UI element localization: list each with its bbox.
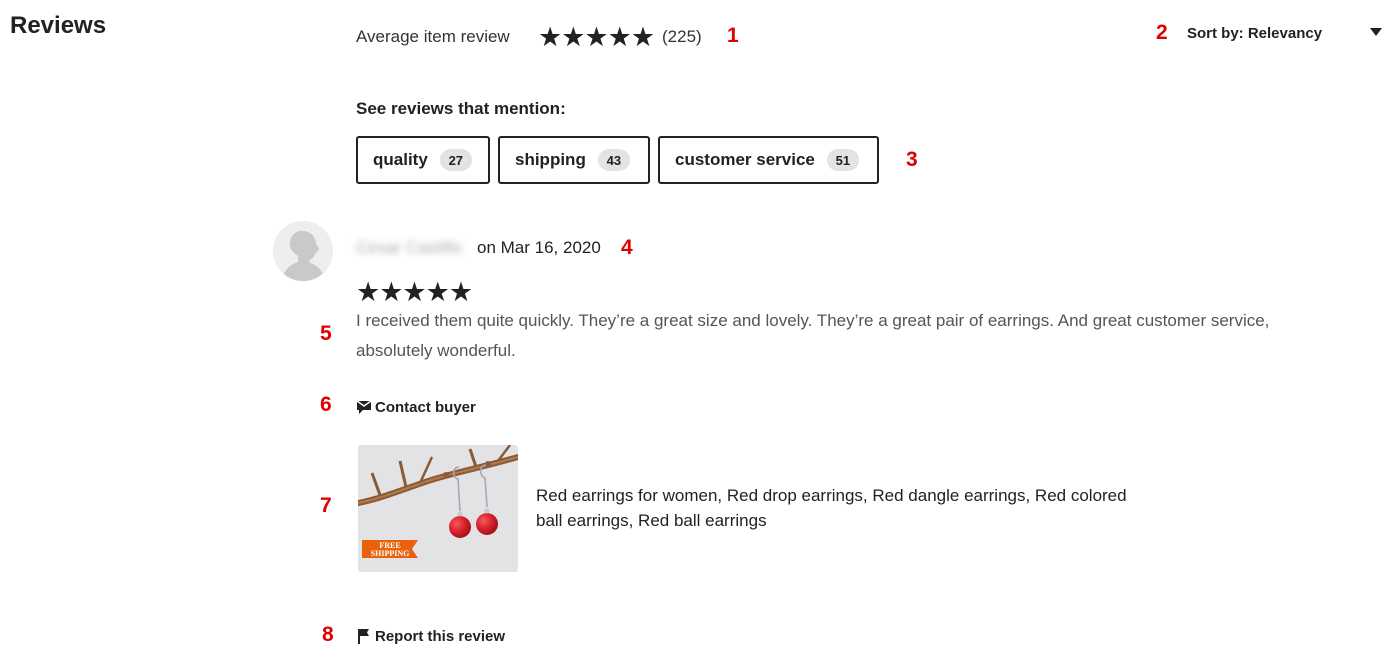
contact-buyer-label: Contact buyer xyxy=(375,398,476,416)
avatar xyxy=(273,221,333,281)
default-avatar-icon xyxy=(273,221,333,281)
chip-count: 51 xyxy=(826,149,859,171)
chip-count: 43 xyxy=(597,149,630,171)
flag-icon xyxy=(358,629,369,644)
product-thumbnail[interactable]: FREE SHIPPING xyxy=(358,445,518,572)
caret-down-icon xyxy=(1370,28,1382,36)
review-date: on Mar 16, 2020 xyxy=(477,238,601,257)
annotation-marker-4: 4 xyxy=(621,236,633,259)
chip-label: shipping xyxy=(515,150,586,169)
annotation-marker-1: 1 xyxy=(727,24,739,47)
average-rating-stars: ★★★★★ xyxy=(538,22,655,52)
product-title-link[interactable]: Red earrings for women, Red drop earring… xyxy=(536,483,1136,533)
annotation-marker-6: 6 xyxy=(320,393,332,416)
review-rating-stars: ★★★★★ xyxy=(356,277,473,307)
annotation-marker-8: 8 xyxy=(322,623,334,646)
chip-count: 27 xyxy=(439,149,472,171)
mentions-heading: See reviews that mention: xyxy=(356,99,566,118)
chip-label: customer service xyxy=(675,150,815,169)
sort-dropdown[interactable]: Sort by: Relevancy xyxy=(1187,24,1387,46)
chip-label: quality xyxy=(373,150,428,169)
annotation-marker-5: 5 xyxy=(320,322,332,345)
reviewer-name[interactable]: Cesar Castillo xyxy=(356,238,462,258)
review-count: (225) xyxy=(662,27,702,46)
sort-label: Sort by: Relevancy xyxy=(1187,25,1323,42)
earrings-product-image: FREE SHIPPING xyxy=(358,445,518,572)
mention-chip-quality[interactable]: quality 27 xyxy=(356,136,490,184)
mention-chip-customer-service[interactable]: customer service 51 xyxy=(658,136,879,184)
reviews-heading: Reviews xyxy=(10,12,107,39)
average-review-label: Average item review xyxy=(356,27,510,46)
message-icon xyxy=(356,400,372,414)
report-review-label: Report this review xyxy=(375,627,506,645)
annotation-marker-3: 3 xyxy=(906,148,918,171)
review-text: I received them quite quickly. They’re a… xyxy=(356,311,1270,360)
mention-chip-shipping[interactable]: shipping 43 xyxy=(498,136,650,184)
contact-buyer-link[interactable]: Contact buyer xyxy=(356,397,476,417)
annotation-marker-2: 2 xyxy=(1156,21,1168,44)
annotation-marker-7: 7 xyxy=(320,494,332,517)
report-review-link[interactable]: Report this review xyxy=(356,626,505,646)
free-shipping-badge-line-2: SHIPPING xyxy=(371,549,410,558)
